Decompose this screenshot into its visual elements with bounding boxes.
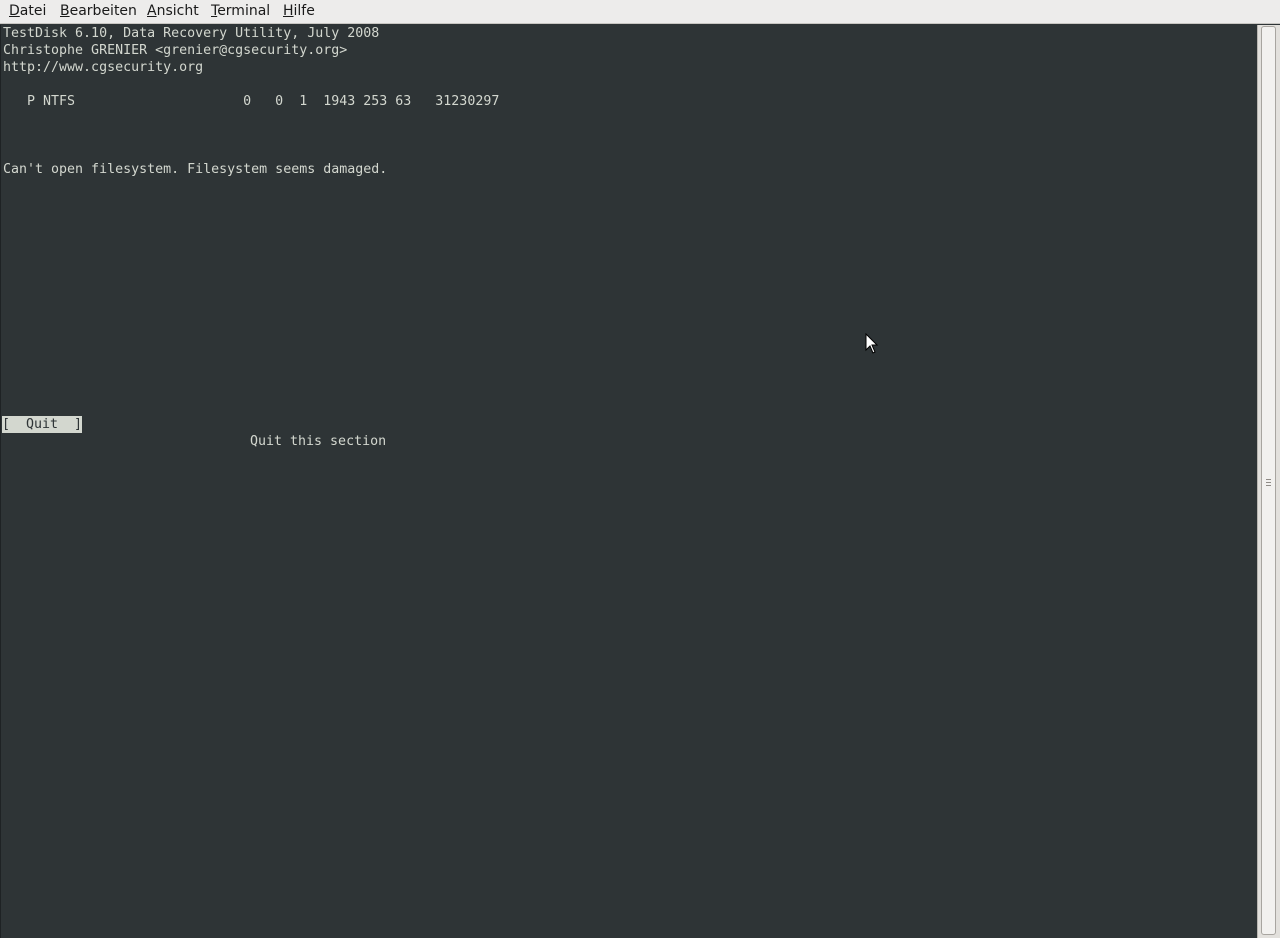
header-author-line: Christophe GRENIER <grenier@cgsecurity.o…: [3, 43, 348, 58]
menu-datei[interactable]: Datei: [9, 3, 46, 20]
menu-ansicht-mnemonic: A: [147, 3, 157, 19]
menu-terminal-label: erminal: [217, 3, 271, 19]
partition-row: P NTFS 0 0 1 1943 253 63 31230297: [3, 94, 500, 109]
menu-ansicht-label: nsicht: [156, 3, 199, 19]
menu-bearbeiten-label: earbeiten: [69, 3, 137, 19]
menu-bearbeiten-mnemonic: B: [60, 3, 70, 19]
menu-hilfe-mnemonic: H: [283, 3, 294, 19]
terminal-area[interactable]: TestDisk 6.10, Data Recovery Utility, Ju…: [0, 25, 1257, 938]
header-url-line: http://www.cgsecurity.org: [3, 60, 204, 75]
quit-hint: Quit this section: [250, 434, 387, 449]
scrollbar-thumb[interactable]: [1261, 26, 1276, 935]
menu-ansicht[interactable]: Ansicht: [147, 3, 199, 20]
menu-datei-mnemonic: D: [9, 3, 20, 19]
terminal-window: Datei Bearbeiten Ansicht Terminal Hilfe …: [0, 0, 1280, 938]
quit-button[interactable]: [ Quit ]: [2, 416, 82, 433]
vertical-scrollbar[interactable]: [1257, 25, 1280, 938]
menu-datei-label: atei: [19, 3, 47, 19]
error-message: Can't open filesystem. Filesystem seems …: [3, 162, 388, 177]
menu-bar: Datei Bearbeiten Ansicht Terminal Hilfe: [0, 0, 1280, 24]
menu-bearbeiten[interactable]: Bearbeiten: [60, 3, 137, 20]
menu-hilfe[interactable]: Hilfe: [283, 3, 315, 20]
menu-hilfe-label: ilfe: [293, 3, 315, 19]
header-title-line: TestDisk 6.10, Data Recovery Utility, Ju…: [3, 26, 380, 41]
mouse-pointer-icon: [865, 333, 879, 354]
grip-icon: [1262, 479, 1275, 487]
menu-terminal[interactable]: Terminal: [211, 3, 270, 20]
